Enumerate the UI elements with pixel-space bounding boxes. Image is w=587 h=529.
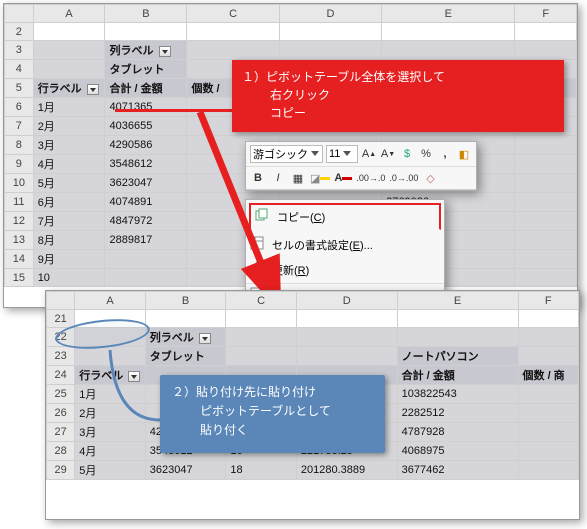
- group-notebook[interactable]: ノートパソコン: [397, 347, 518, 366]
- month-cell[interactable]: 1月: [33, 98, 105, 117]
- sum-amount-header[interactable]: 合計 / 金額: [105, 79, 187, 98]
- value-cell[interactable]: 4071365: [105, 98, 187, 117]
- group-tablet[interactable]: タブレット: [105, 60, 187, 79]
- col-header[interactable]: C: [187, 5, 279, 23]
- fill-color-button[interactable]: ◪: [310, 170, 330, 186]
- col-header[interactable]: B: [145, 292, 226, 310]
- copy-icon: [255, 208, 269, 222]
- chevron-down-icon: [310, 149, 320, 159]
- menu-format-cells[interactable]: セルの書式設定(E)...: [246, 233, 444, 258]
- count-header[interactable]: 個数 / 商: [518, 366, 578, 385]
- clear-format-icon[interactable]: ◇: [422, 170, 438, 186]
- annotation-blue: ２）貼り付け先に貼り付け ピボットテーブルとして 貼り付く: [160, 375, 385, 453]
- row-header[interactable]: 4: [5, 60, 34, 79]
- row-header[interactable]: 5: [5, 79, 34, 98]
- percent-format-icon[interactable]: %: [418, 146, 434, 162]
- col-labels-cell[interactable]: 列ラベル: [145, 328, 226, 347]
- annotation-line: ２）貼り付け先に貼り付け: [172, 383, 373, 402]
- col-header[interactable]: F: [518, 292, 578, 310]
- refresh-icon: [250, 261, 264, 275]
- filter-dropdown-icon[interactable]: [199, 333, 211, 344]
- menu-copy[interactable]: コピー(C): [249, 203, 441, 230]
- corner-cell[interactable]: [47, 292, 75, 310]
- italic-button[interactable]: I: [270, 170, 286, 186]
- menu-refresh[interactable]: 更新(R): [246, 258, 444, 283]
- col-labels-cell[interactable]: 列ラベル: [105, 41, 187, 60]
- col-header[interactable]: E: [397, 292, 518, 310]
- font-size-combo[interactable]: 11: [326, 145, 358, 163]
- col-header[interactable]: A: [33, 5, 105, 23]
- increase-font-icon[interactable]: A▲: [361, 146, 377, 162]
- row-header[interactable]: 24: [47, 366, 75, 385]
- annotation-line: 右クリック: [242, 86, 554, 104]
- annotation-line: 貼り付く: [172, 421, 373, 440]
- col-header[interactable]: C: [226, 292, 297, 310]
- col-header[interactable]: D: [279, 5, 381, 23]
- filter-dropdown-icon[interactable]: [159, 46, 171, 57]
- row-labels-cell[interactable]: 行ラベル: [75, 366, 146, 385]
- col-header[interactable]: D: [296, 292, 397, 310]
- row-header[interactable]: 2: [5, 23, 34, 41]
- bold-button[interactable]: B: [250, 170, 266, 186]
- col-header[interactable]: F: [515, 5, 577, 23]
- red-underline: [115, 109, 235, 112]
- font-color-button[interactable]: A: [334, 170, 352, 186]
- increase-decimal-icon[interactable]: .0→.00: [389, 170, 418, 186]
- format-cells-icon: [250, 236, 264, 250]
- annotation-line: ピボットテーブルとして: [172, 402, 373, 421]
- col-header[interactable]: A: [75, 292, 146, 310]
- font-family-combo[interactable]: 游ゴシック: [250, 145, 323, 163]
- sum-amount-header[interactable]: 合計 / 金額: [397, 366, 518, 385]
- chevron-down-icon: [342, 149, 352, 159]
- decrease-decimal-icon[interactable]: .00→.0: [356, 170, 385, 186]
- row-header[interactable]: 21: [47, 310, 75, 328]
- col-header[interactable]: B: [105, 5, 187, 23]
- decrease-font-icon[interactable]: A▼: [380, 146, 396, 162]
- accounting-format-icon[interactable]: $: [399, 146, 415, 162]
- annotation-line: コピー: [242, 104, 554, 122]
- row-header[interactable]: 6: [5, 98, 34, 117]
- filter-dropdown-icon[interactable]: [87, 84, 99, 95]
- row-header[interactable]: 23: [47, 347, 75, 366]
- group-tablet[interactable]: タブレット: [145, 347, 226, 366]
- annotation-line: １）ピボットテーブル全体を選択して: [242, 68, 554, 86]
- row-labels-cell[interactable]: 行ラベル: [33, 79, 105, 98]
- corner-cell[interactable]: [5, 5, 34, 23]
- pivot-blank[interactable]: [33, 41, 105, 60]
- filter-dropdown-icon[interactable]: [128, 371, 140, 382]
- comma-format-icon[interactable]: ,: [437, 146, 453, 162]
- annotation-red: １）ピボットテーブル全体を選択して 右クリック コピー: [232, 60, 564, 132]
- col-header[interactable]: E: [382, 5, 515, 23]
- row-header[interactable]: 3: [5, 41, 34, 60]
- format-painter-icon[interactable]: ◧: [456, 146, 472, 162]
- mini-toolbar: 游ゴシック 11 A▲ A▼ $ % , ◧ B I ▦ ◪ A .00→.0 …: [245, 141, 477, 191]
- border-button[interactable]: ▦: [290, 170, 306, 186]
